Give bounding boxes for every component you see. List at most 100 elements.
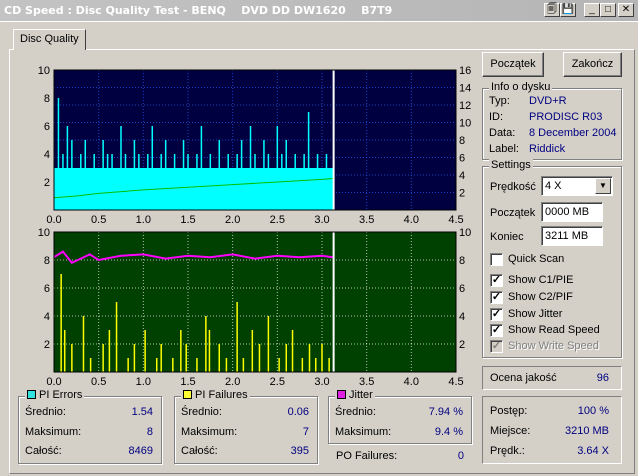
- y-tick-label-left: 10: [38, 227, 50, 239]
- pi-failures-max-label: Maksimum:: [181, 426, 238, 438]
- x-tick-label: 3.5: [359, 376, 374, 388]
- quick-scan-label: Quick Scan: [508, 253, 565, 265]
- show-read-speed-label: Show Read Speed: [508, 324, 600, 336]
- copy-icon[interactable]: 🗐: [544, 3, 560, 17]
- x-tick-label: 3.0: [314, 376, 329, 388]
- quality-score-label: Ocena jakość: [490, 372, 557, 384]
- y-tick-label-right: 10: [459, 227, 471, 239]
- y-tick-label-right: 10: [459, 118, 471, 130]
- jitter-max-label: Maksimum:: [335, 426, 392, 438]
- pi-errors-group: PI Errors Średnio: 1.54 Maksimum: 8 Cało…: [18, 389, 162, 464]
- quick-scan-checkbox[interactable]: [490, 253, 503, 266]
- pi-errors-avg-value: 1.54: [131, 406, 153, 418]
- y-tick-label-right: 6: [459, 283, 465, 295]
- settings-title: Settings: [489, 159, 533, 171]
- y-tick-label-left: 2: [44, 177, 50, 189]
- quality-score-panel: Ocena jakość 96: [482, 366, 622, 390]
- close-button[interactable]: ✕: [618, 3, 634, 17]
- y-tick-label-right: 12: [459, 100, 471, 112]
- pi-failures-color-swatch: [183, 390, 192, 399]
- show-c2-pif-label: Show C2/PIF: [508, 291, 573, 303]
- y-tick-label-left: 4: [44, 149, 50, 161]
- jitter-title: Jitter: [335, 389, 375, 401]
- pi-errors-max-value: 8: [146, 426, 153, 438]
- disc-type-value: DVD+R: [529, 95, 567, 107]
- quality-score-value: 96: [596, 372, 609, 384]
- disc-info-title: Info o dysku: [489, 81, 553, 93]
- minimize-button[interactable]: _: [584, 3, 600, 17]
- y-tick-label-left: 8: [44, 255, 50, 267]
- x-tick-label: 4.5: [448, 376, 463, 388]
- speed-select[interactable]: 4 X ▼: [541, 176, 613, 196]
- x-tick-label: 2.0: [225, 376, 240, 388]
- end-mb-input[interactable]: 3211 MB: [541, 226, 603, 246]
- position-label: Miejsce:: [490, 425, 531, 437]
- y-tick-label-left: 10: [38, 65, 50, 77]
- progress-value: 100 %: [577, 405, 609, 417]
- maximize-button[interactable]: □: [600, 3, 616, 17]
- x-tick-label: 1.0: [136, 376, 151, 388]
- y-tick-label-left: 6: [44, 121, 50, 133]
- disc-date-value: 8 December 2004: [529, 127, 617, 139]
- pi-failures-title-text: PI Failures: [195, 389, 248, 401]
- y-tick-label-right: 8: [459, 255, 465, 267]
- y-tick-label-right: 8: [459, 135, 465, 147]
- end-mb-label: Koniec: [490, 231, 524, 243]
- jitter-avg-value: 7.94 %: [428, 406, 463, 418]
- pi-failures-chart: 0.0 0.5 1.0 1.5 2.0 2.5 3.0 3.5 4.0 4.5 2 4 6 8 10 2 4 6 8…: [26, 224, 476, 390]
- pi-errors-chart-svg: 0.0 0.5 1.0 1.5 2.0 2.5 3.0 3.5 4.0 4.52468102468…: [38, 65, 472, 226]
- tab-disc-quality[interactable]: Disc Quality: [13, 29, 86, 50]
- disc-label-value: Riddick: [529, 143, 566, 155]
- disc-label-label: Label:: [489, 143, 519, 155]
- show-c1-pie-label: Show C1/PIE: [508, 274, 574, 286]
- pi-errors-color-swatch: [27, 390, 36, 399]
- progress-panel: Postęp: 100 % Miejsce: 3210 MB Prędk.: 3…: [482, 396, 622, 464]
- show-read-speed-checkbox[interactable]: ✓: [490, 324, 503, 337]
- x-tick-label: 1.5: [180, 376, 195, 388]
- y-tick-label-right: 16: [459, 65, 471, 77]
- pi-errors-title: PI Errors: [25, 389, 85, 401]
- pi-failures-total-value: 395: [290, 445, 309, 457]
- jitter-avg-label: Średnio:: [335, 406, 376, 418]
- show-c2-pif-checkbox[interactable]: ✓: [490, 291, 503, 304]
- jitter-color-swatch: [337, 390, 346, 399]
- pi-failures-avg-label: Średnio:: [181, 406, 222, 418]
- disc-date-label: Data:: [489, 127, 516, 139]
- y-tick-label-right: 4: [459, 311, 465, 323]
- pi-errors-fill: [54, 168, 334, 210]
- jitter-title-text: Jitter: [349, 389, 373, 401]
- disc-info-group: Info o dysku Typ: DVD+R ID: PRODISC R03 …: [482, 81, 622, 160]
- chevron-down-icon[interactable]: ▼: [595, 178, 611, 194]
- pi-failures-total-label: Całość:: [181, 445, 218, 457]
- speed-readout-value: 3.64 X: [577, 445, 609, 457]
- po-failures-value: 0: [457, 450, 464, 462]
- stop-button[interactable]: Zakończ: [563, 52, 622, 77]
- speed-readout-label: Prędk.:: [490, 445, 525, 457]
- start-mb-input[interactable]: 0000 MB: [541, 202, 603, 222]
- show-jitter-checkbox[interactable]: ✓: [490, 308, 503, 321]
- plot-area: [54, 232, 456, 372]
- start-button[interactable]: Początek: [482, 52, 544, 77]
- save-icon[interactable]: 💾: [560, 3, 576, 17]
- show-write-speed-checkbox: ✓: [490, 340, 503, 353]
- pi-failures-max-value: 7: [302, 426, 309, 438]
- pi-failures-group: PI Failures Średnio: 0.06 Maksimum: 7 Ca…: [174, 389, 318, 464]
- y-tick-label-left: 4: [44, 311, 50, 323]
- pi-errors-avg-label: Średnio:: [25, 406, 66, 418]
- y-tick-label-left: 8: [44, 93, 50, 105]
- y-tick-label-right: 2: [459, 188, 465, 200]
- progress-label: Postęp:: [490, 405, 528, 417]
- speed-label: Prędkość: [490, 181, 536, 193]
- speed-select-value: 4 X: [545, 180, 562, 192]
- pi-errors-chart: 0.0 0.5 1.0 1.5 2.0 2.5 3.0 3.5 4.0 4.5 2 4 6 8 10 2 4 6 8…: [26, 62, 476, 226]
- show-c1-pie-checkbox[interactable]: ✓: [490, 274, 503, 287]
- x-tick-label: 4.0: [404, 376, 419, 388]
- po-failures-label: PO Failures:: [336, 450, 398, 462]
- x-tick-label: 2.5: [270, 376, 285, 388]
- settings-group: Settings Prędkość 4 X ▼ Początek 0000 MB…: [482, 159, 622, 358]
- pi-failures-chart-svg: 0.0 0.5 1.0 1.5 2.0 2.5 3.0 3.5 4.0 4.5 2 4 6 8 10 2 4 6 8…: [38, 227, 472, 388]
- y-tick-label-right: 4: [459, 170, 465, 182]
- pi-errors-max-label: Maksimum:: [25, 426, 82, 438]
- jitter-group: Jitter Średnio: 7.94 % Maksimum: 9.4 %: [328, 389, 472, 444]
- y-tick-label-right: 14: [459, 83, 471, 95]
